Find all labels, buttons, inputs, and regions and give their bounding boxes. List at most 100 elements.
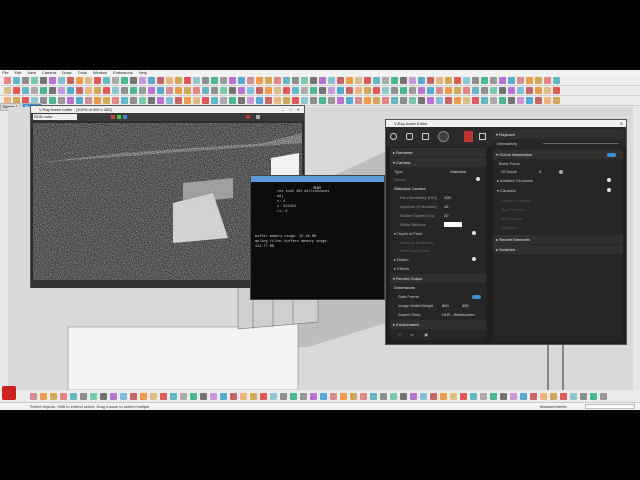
- toolbar-tool-icon[interactable]: [380, 392, 387, 400]
- toolbar-tool-icon[interactable]: [22, 87, 29, 94]
- toolbar-tool-icon[interactable]: [60, 392, 67, 400]
- toolbar-tool-icon[interactable]: [103, 87, 110, 94]
- toolbar-tool-icon[interactable]: [337, 87, 344, 94]
- shutter-value[interactable]: 20: [444, 211, 448, 220]
- aperture-value[interactable]: 16: [444, 202, 448, 211]
- toolbar-tool-icon[interactable]: [560, 392, 567, 400]
- toolbar-tool-icon[interactable]: [535, 77, 542, 84]
- toolbar-tool-icon[interactable]: [229, 77, 236, 84]
- toolbar-tool-icon[interactable]: [292, 77, 299, 84]
- toolbar-tool-icon[interactable]: [292, 87, 299, 94]
- toolbar-tool-icon[interactable]: [499, 87, 506, 94]
- toolbar-tool-icon[interactable]: [40, 77, 47, 84]
- toolbar-tool-icon[interactable]: [265, 77, 272, 84]
- toolbar-tool-icon[interactable]: [220, 392, 227, 400]
- toolbar-tool-icon[interactable]: [535, 87, 542, 94]
- toolbar-tool-icon[interactable]: [520, 392, 527, 400]
- toolbar-tool-icon[interactable]: [256, 87, 263, 94]
- toolbar-tool-icon[interactable]: [517, 97, 524, 104]
- toolbar-tool-icon[interactable]: [400, 77, 407, 84]
- toolbar-tool-icon[interactable]: [463, 77, 470, 84]
- toolbar-tool-icon[interactable]: [436, 77, 443, 84]
- toolbar-tool-icon[interactable]: [148, 77, 155, 84]
- toolbar-tool-icon[interactable]: [90, 392, 97, 400]
- stereo-toggle[interactable]: [476, 177, 480, 181]
- toolbar-tool-icon[interactable]: [238, 77, 245, 84]
- toolbar-tool-icon[interactable]: [409, 97, 416, 104]
- render-teapot-icon[interactable]: [256, 115, 260, 119]
- toolbar-tool-icon[interactable]: [31, 77, 38, 84]
- toolbar-tool-icon[interactable]: [391, 87, 398, 94]
- toolbar-tool-icon[interactable]: [346, 97, 353, 104]
- channel-select[interactable]: RGB color: [33, 114, 77, 120]
- toolbar-tool-icon[interactable]: [436, 87, 443, 94]
- toolbar-tool-icon[interactable]: [508, 97, 515, 104]
- toolbar-tool-icon[interactable]: [175, 77, 182, 84]
- toolbar-tool-icon[interactable]: [301, 97, 308, 104]
- toolbar-tool-icon[interactable]: [530, 392, 537, 400]
- toolbar-tool-icon[interactable]: [490, 77, 497, 84]
- measurements-input[interactable]: [585, 404, 635, 409]
- image-width-value[interactable]: 800: [442, 301, 449, 310]
- toolbar-tool-icon[interactable]: [283, 87, 290, 94]
- toolbar-tool-icon[interactable]: [418, 97, 425, 104]
- toolbar-tool-icon[interactable]: [193, 77, 200, 84]
- toolbar-tool-icon[interactable]: [373, 97, 380, 104]
- toolbar-tool-icon[interactable]: [454, 97, 461, 104]
- save-icon[interactable]: ▣: [424, 332, 428, 340]
- toolbar-tool-icon[interactable]: [590, 392, 597, 400]
- iso-value[interactable]: 100: [444, 193, 451, 202]
- toolbar-tool-icon[interactable]: [210, 392, 217, 400]
- blue-channel-icon[interactable]: [123, 115, 127, 119]
- vray-asset-editor[interactable]: V-Ray Asset Editor ✕ ▸ Renderer ▾ Camera…: [385, 119, 627, 345]
- toolbar-tool-icon[interactable]: [292, 97, 299, 104]
- toolbar-tool-icon[interactable]: [500, 392, 507, 400]
- toolbar-tool-icon[interactable]: [247, 87, 254, 94]
- toolbar-tool-icon[interactable]: [103, 77, 110, 84]
- toolbar-tool-icon[interactable]: [58, 97, 65, 104]
- open-icon[interactable]: ▭: [410, 332, 414, 340]
- toolbar-tool-icon[interactable]: [220, 97, 227, 104]
- toolbar-tool-icon[interactable]: [364, 87, 371, 94]
- section-render-output[interactable]: ▾ Render Output: [390, 274, 486, 283]
- toolbar-tool-icon[interactable]: [140, 392, 147, 400]
- toolbar-tool-icon[interactable]: [274, 87, 281, 94]
- toolbar-tool-icon[interactable]: [76, 97, 83, 104]
- lights-icon[interactable]: [406, 133, 413, 140]
- settings-icon[interactable]: [438, 131, 449, 142]
- toolbar-tool-icon[interactable]: [247, 97, 254, 104]
- toolbar-tool-icon[interactable]: [430, 392, 437, 400]
- toolbar-tool-icon[interactable]: [260, 392, 267, 400]
- toolbar-tool-icon[interactable]: [40, 392, 47, 400]
- toolbar-tool-icon[interactable]: [148, 97, 155, 104]
- dof-toggle[interactable]: [472, 231, 476, 235]
- toolbar-tool-icon[interactable]: [100, 392, 107, 400]
- toolbar-tool-icon[interactable]: [391, 77, 398, 84]
- toolbar-tool-icon[interactable]: [85, 87, 92, 94]
- toolbar-tool-icon[interactable]: [180, 392, 187, 400]
- image-height-value[interactable]: 450: [462, 301, 469, 310]
- toolbar-tool-icon[interactable]: [410, 392, 417, 400]
- toolbar-tool-icon[interactable]: [490, 87, 497, 94]
- toolbar-tool-icon[interactable]: [160, 392, 167, 400]
- toolbar-tool-icon[interactable]: [553, 77, 560, 84]
- toolbar-tool-icon[interactable]: [550, 392, 557, 400]
- toolbar-tool-icon[interactable]: [470, 392, 477, 400]
- toolbar-tool-icon[interactable]: [220, 87, 227, 94]
- toolbar-tool-icon[interactable]: [481, 77, 488, 84]
- toolbar-tool-icon[interactable]: [121, 87, 128, 94]
- toolbar-tool-icon[interactable]: [346, 87, 353, 94]
- toolbar-tool-icon[interactable]: [310, 392, 317, 400]
- close-icon[interactable]: ✕: [297, 107, 300, 112]
- vfb-titlebar[interactable]: V-Ray frame buffer - [100% of 400 x 450]…: [31, 106, 304, 113]
- toolbar-tool-icon[interactable]: [499, 97, 506, 104]
- interactivity-slider[interactable]: [543, 143, 619, 144]
- toolbar-tool-icon[interactable]: [250, 392, 257, 400]
- toolbar-tool-icon[interactable]: [481, 87, 488, 94]
- toolbar-tool-icon[interactable]: [427, 97, 434, 104]
- toolbar-tool-icon[interactable]: [4, 87, 11, 94]
- toolbar-tool-icon[interactable]: [190, 392, 197, 400]
- stop-render-icon[interactable]: [246, 115, 250, 119]
- red-channel-icon[interactable]: [111, 115, 115, 119]
- frame-buffer-icon[interactable]: [479, 133, 486, 140]
